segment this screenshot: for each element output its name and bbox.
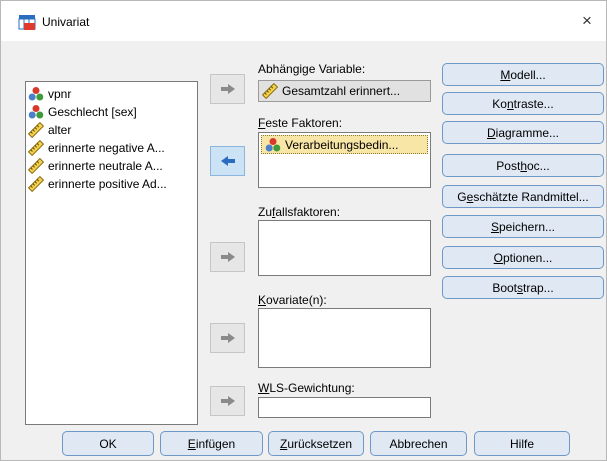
fixed-factors-list[interactable]: Verarbeitungsbedin... — [258, 132, 431, 188]
dependent-variable-label: Abhängige Variable: — [258, 62, 366, 76]
bootstrap-button[interactable]: Boot s trap... — [442, 276, 604, 299]
random-factors-list[interactable] — [258, 220, 431, 276]
source-variable-list[interactable]: vpnr Geschlecht [sex] alter erinnerte ne… — [25, 81, 198, 425]
factor-label: Verarbeitungsbedin... — [285, 137, 399, 152]
reset-button[interactable]: Zurücksetzen — [268, 431, 364, 456]
arrow-left-icon — [220, 156, 235, 166]
variable-label: vpnr — [48, 87, 72, 101]
univariate-dialog: Univariat × vpnr Geschlecht [sex] alter … — [0, 0, 607, 461]
cancel-button[interactable]: Abbrechen — [370, 431, 467, 456]
scale-ruler-icon — [28, 122, 44, 138]
help-button[interactable]: Hilfe — [474, 431, 570, 456]
variable-label: erinnerte positive Ad... — [48, 177, 167, 191]
plots-button[interactable]: Diagramme... — [442, 121, 604, 144]
move-to-wls-weight-button[interactable] — [210, 386, 245, 416]
list-item[interactable]: erinnerte neutrale A... — [28, 157, 196, 175]
scale-ruler-icon — [28, 176, 44, 192]
nominal-icon — [265, 137, 281, 151]
estimated-marginal-means-button[interactable]: Ge schätzte Randmittel... — [442, 185, 604, 208]
model-button[interactable]: Modell... — [442, 63, 604, 86]
list-item[interactable]: Geschlecht [sex] — [28, 103, 196, 121]
nominal-icon — [28, 105, 44, 119]
dependent-variable-value: Gesamtzahl erinnert... — [282, 84, 401, 98]
variable-label: Geschlecht [sex] — [48, 105, 137, 119]
paste-button[interactable]: Einfügen — [160, 431, 263, 456]
move-to-random-factors-button[interactable] — [210, 242, 245, 272]
contrasts-button[interactable]: Ko n traste... — [442, 92, 604, 115]
arrow-right-icon — [220, 252, 235, 262]
close-button[interactable]: × — [572, 7, 602, 35]
list-item[interactable]: vpnr — [28, 85, 196, 103]
arrow-right-icon — [220, 84, 235, 94]
title-bar: Univariat × — [1, 1, 606, 41]
scale-ruler-icon — [28, 140, 44, 156]
move-to-dependent-button[interactable] — [210, 74, 245, 104]
scale-ruler-icon — [262, 83, 278, 99]
random-factors-label: Zufallsfaktoren: — [258, 205, 341, 219]
list-item[interactable]: alter — [28, 121, 196, 139]
fixed-factors-label: Feste Faktoren: — [258, 116, 343, 130]
covariates-list[interactable] — [258, 308, 431, 368]
list-item[interactable]: Verarbeitungsbedin... — [261, 135, 428, 154]
wls-weight-field[interactable] — [258, 397, 431, 418]
variable-label: erinnerte neutrale A... — [48, 159, 163, 173]
window-title: Univariat — [42, 15, 90, 29]
scale-ruler-icon — [28, 158, 44, 174]
covariates-label: Kovariate(n): — [258, 293, 327, 307]
options-button[interactable]: Optionen... — [442, 246, 604, 269]
move-from-fixed-factors-button[interactable] — [210, 146, 245, 176]
move-to-covariates-button[interactable] — [210, 323, 245, 353]
save-button[interactable]: Speichern... — [442, 215, 604, 238]
list-item[interactable]: erinnerte negative A... — [28, 139, 196, 157]
arrow-right-icon — [220, 333, 235, 343]
spss-app-icon — [18, 14, 36, 30]
arrow-right-icon — [220, 396, 235, 406]
wls-weight-label: WLS-Gewichtung: — [258, 381, 355, 395]
variable-label: erinnerte negative A... — [48, 141, 165, 155]
post-hoc-button[interactable]: Post h oc... — [442, 154, 604, 177]
nominal-icon — [28, 87, 44, 101]
ok-button[interactable]: OK — [62, 431, 154, 456]
list-item[interactable]: erinnerte positive Ad... — [28, 175, 196, 193]
variable-label: alter — [48, 123, 72, 137]
dependent-variable-field[interactable]: Gesamtzahl erinnert... — [258, 80, 431, 102]
